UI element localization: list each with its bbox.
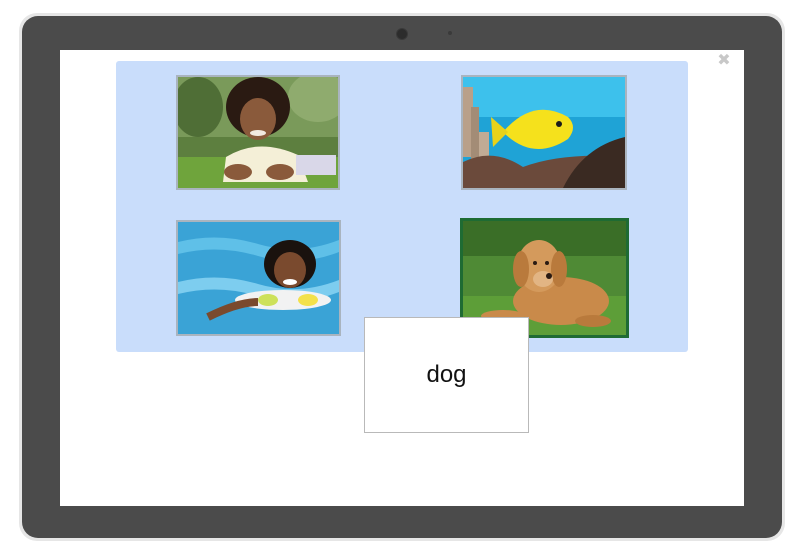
image-card-yellow-tang-fish[interactable] — [461, 75, 627, 190]
child-in-grass-image — [178, 77, 338, 188]
word-card-draggable[interactable]: dog — [364, 317, 529, 433]
image-card-child-swimming[interactable] — [176, 220, 341, 336]
sensor-dot — [448, 31, 452, 35]
camera-icon — [396, 28, 408, 40]
yellow-tang-fish-image — [463, 77, 625, 188]
child-swimming-image — [178, 222, 339, 334]
close-icon[interactable]: ✖ — [716, 52, 732, 68]
image-card-child-in-grass[interactable] — [176, 75, 340, 190]
word-label: dog — [426, 361, 467, 388]
